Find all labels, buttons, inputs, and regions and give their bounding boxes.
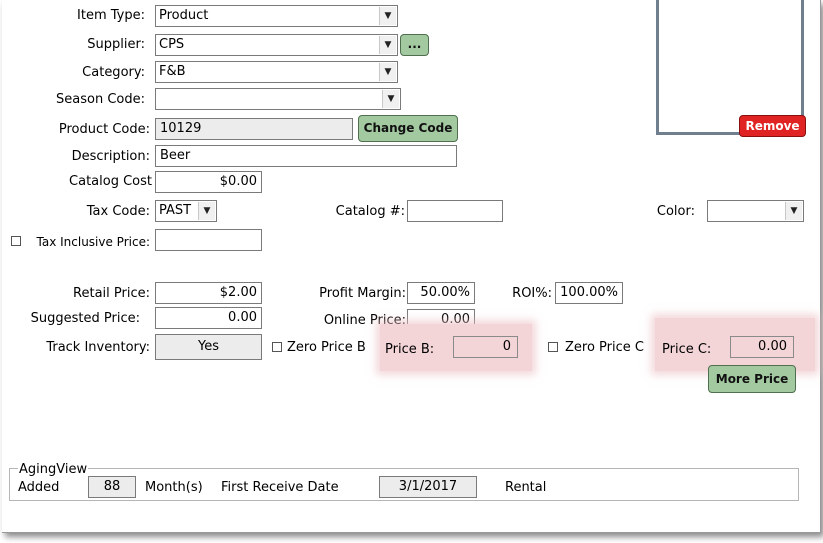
track-inventory-label: Track Inventory: <box>46 340 150 355</box>
rental-label: Rental <box>505 480 547 495</box>
profit-margin-field[interactable]: 50.00% <box>407 282 475 304</box>
zero-price-b-label: Zero Price B <box>287 340 366 355</box>
suggested-price-label: Suggested Price: <box>30 311 140 326</box>
supplier-select[interactable]: CPS ▼ <box>155 34 398 56</box>
product-code-field: 10129 <box>155 118 353 140</box>
chevron-down-icon[interactable]: ▼ <box>198 202 215 220</box>
season-code-label: Season Code: <box>56 92 145 107</box>
roi-field[interactable]: 100.00% <box>555 282 623 304</box>
item-type-value: Product <box>159 8 209 23</box>
change-code-button[interactable]: Change Code <box>358 115 458 142</box>
tax-inclusive-field[interactable] <box>155 229 262 251</box>
more-price-button[interactable]: More Price <box>708 365 796 393</box>
zero-price-b-checkbox[interactable] <box>272 342 282 352</box>
profit-margin-label: Profit Margin: <box>319 286 406 301</box>
suggested-price-field[interactable]: 0.00 <box>155 307 262 329</box>
added-label: Added <box>18 480 60 495</box>
item-type-label: Item Type: <box>77 8 145 23</box>
catalog-num-label: Catalog #: <box>335 204 405 219</box>
zero-price-c-label: Zero Price C <box>565 340 644 355</box>
zero-price-c-checkbox[interactable] <box>548 342 558 352</box>
first-receive-label: First Receive Date <box>221 480 339 495</box>
price-c-label: Price C: <box>662 342 712 357</box>
category-value: F&B <box>159 64 186 79</box>
product-code-label: Product Code: <box>58 122 150 137</box>
item-form-window: Item Type: Product ▼ Supplier: CPS ▼ ...… <box>2 0 821 533</box>
supplier-lookup-button[interactable]: ... <box>400 34 429 56</box>
chevron-down-icon[interactable]: ▼ <box>382 90 399 108</box>
aging-view-title: AgingView <box>18 462 89 478</box>
season-code-select[interactable]: ▼ <box>155 88 401 110</box>
retail-price-field[interactable]: $2.00 <box>155 282 262 304</box>
category-label: Category: <box>82 65 145 80</box>
tax-inclusive-label: Tax Inclusive Price: <box>36 235 151 249</box>
price-c-field[interactable]: 0.00 <box>730 336 794 358</box>
remove-image-button[interactable]: Remove <box>739 115 806 137</box>
roi-label: ROI%: <box>512 286 552 301</box>
first-receive-field: 3/1/2017 <box>379 476 477 498</box>
color-select[interactable]: ▼ <box>707 200 804 222</box>
price-b-field[interactable]: 0 <box>453 336 518 358</box>
tax-code-select[interactable]: PAST ▼ <box>155 200 217 222</box>
tax-code-value: PAST <box>159 203 192 218</box>
description-field[interactable]: Beer <box>155 145 457 167</box>
category-select[interactable]: F&B ▼ <box>155 61 398 83</box>
description-label: Description: <box>71 149 150 164</box>
item-type-select[interactable]: Product ▼ <box>155 5 398 27</box>
price-b-label: Price B: <box>385 342 435 357</box>
supplier-label: Supplier: <box>87 37 145 52</box>
catalog-cost-label: Catalog Cost <box>69 174 152 189</box>
chevron-down-icon[interactable]: ▼ <box>785 202 802 220</box>
chevron-down-icon[interactable]: ▼ <box>379 36 396 54</box>
tax-code-label: Tax Code: <box>86 204 150 219</box>
catalog-cost-field[interactable]: $0.00 <box>155 171 262 193</box>
track-inventory-field[interactable]: Yes <box>155 334 262 360</box>
added-field: 88 <box>88 476 136 498</box>
months-label: Month(s) <box>145 480 203 495</box>
chevron-down-icon[interactable]: ▼ <box>379 63 396 81</box>
chevron-down-icon[interactable]: ▼ <box>379 7 396 25</box>
color-label: Color: <box>656 204 695 219</box>
retail-price-label: Retail Price: <box>73 286 150 301</box>
tax-inclusive-checkbox[interactable] <box>11 236 21 246</box>
catalog-num-field[interactable] <box>407 200 503 222</box>
supplier-value: CPS <box>159 37 185 52</box>
